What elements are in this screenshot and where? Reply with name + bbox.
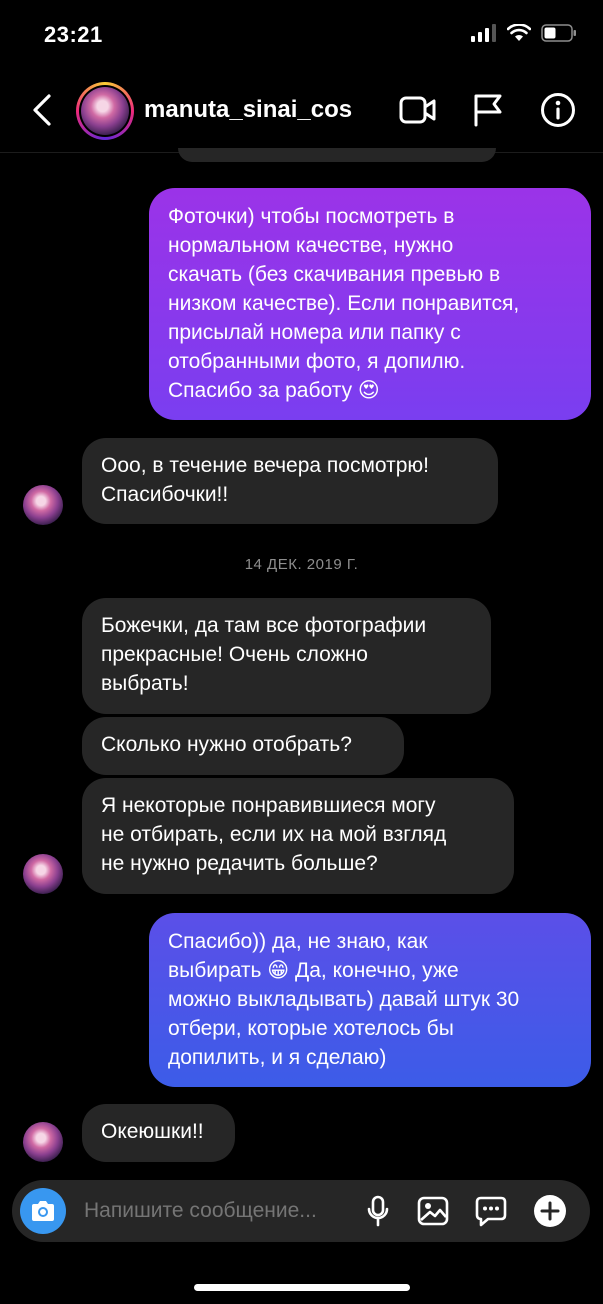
- message-line: Спасибо)) да, не знаю, как: [168, 930, 428, 953]
- profile-avatar[interactable]: [76, 82, 134, 140]
- status-time: 23:21: [44, 22, 103, 47]
- home-indicator: [194, 1284, 410, 1291]
- add-button[interactable]: [533, 1194, 567, 1228]
- message-line: Спасибо за работу 😍: [168, 379, 380, 402]
- message-line: скачать (без скачивания превью в: [168, 263, 501, 286]
- message-composer: [12, 1180, 590, 1242]
- message-line: отбери, которые хотелось бы: [168, 1017, 454, 1040]
- status-icons: [471, 24, 577, 42]
- incoming-message[interactable]: Сколько нужно отобрать?: [82, 717, 404, 775]
- wifi-icon: [507, 24, 531, 41]
- battery-icon: [541, 24, 576, 42]
- outgoing-message[interactable]: Фоточки) чтобы посмотреть в нормальном к…: [149, 188, 591, 420]
- video-camera-icon: [399, 96, 436, 124]
- message-line: Фоточки) чтобы посмотреть в: [168, 205, 455, 228]
- message-line: Божечки, да там все фотографии: [101, 614, 427, 637]
- back-button[interactable]: [22, 88, 62, 132]
- chat-bubble-icon: [475, 1196, 507, 1227]
- voice-message-button[interactable]: [361, 1194, 395, 1228]
- sticker-button[interactable]: [474, 1194, 508, 1228]
- flag-icon: [474, 94, 502, 127]
- message-line: можно выкладывать) давай штук 30: [168, 988, 520, 1011]
- message-line: отобранными фото, я допилю.: [168, 350, 466, 373]
- info-icon: [541, 93, 575, 127]
- incoming-message[interactable]: Океюшки!!: [82, 1104, 235, 1162]
- outgoing-message[interactable]: Спасибо)) да, не знаю, как выбирать 😁 Да…: [149, 913, 591, 1087]
- message-line: Я некоторые понравившиеся могу: [101, 794, 436, 817]
- message-line: низком качестве). Если понравится,: [168, 292, 520, 315]
- microphone-icon: [367, 1195, 389, 1227]
- message-line: прекрасные! Очень сложно: [101, 643, 368, 666]
- video-call-button[interactable]: [398, 90, 438, 130]
- gallery-button[interactable]: [416, 1194, 450, 1228]
- chat-header: manuta_sinai_cos: [0, 70, 603, 153]
- incoming-message[interactable]: Божечки, да там все фотографии прекрасны…: [82, 598, 491, 714]
- chevron-left-icon: [33, 94, 51, 126]
- message-line: не нужно редачить больше?: [101, 852, 378, 875]
- report-button[interactable]: [468, 90, 508, 130]
- incoming-message[interactable]: Ооо, в течение вечера посмотрю! Спасибоч…: [82, 438, 498, 524]
- message-line: нормальном качестве, нужно: [168, 234, 454, 257]
- message-line: допилить, и я сделаю): [168, 1046, 387, 1069]
- incoming-message[interactable]: Я некоторые понравившиеся могу не отбира…: [82, 778, 514, 894]
- sender-avatar[interactable]: [23, 1122, 63, 1162]
- chat-username[interactable]: manuta_sinai_cos: [144, 96, 352, 124]
- message-input[interactable]: [82, 1198, 356, 1224]
- message-line: присылай номера или папку с: [168, 321, 461, 344]
- sender-avatar[interactable]: [23, 854, 63, 894]
- avatar-image: [81, 87, 129, 135]
- info-button[interactable]: [538, 90, 578, 130]
- image-icon: [417, 1196, 449, 1226]
- message-line: Спасибочки!!: [101, 483, 229, 506]
- message-line: Сколько нужно отобрать?: [101, 733, 352, 756]
- sender-avatar[interactable]: [23, 485, 63, 525]
- signal-icon: [471, 24, 496, 42]
- camera-icon: [32, 1201, 54, 1221]
- message-line: Океюшки!!: [101, 1120, 204, 1143]
- plus-circle-icon: [534, 1195, 566, 1227]
- camera-button[interactable]: [20, 1188, 66, 1234]
- status-bar: 23:21: [0, 0, 603, 70]
- message-line: Ооо, в течение вечера посмотрю!: [101, 454, 429, 477]
- date-separator: 14 ДЕК. 2019 Г.: [244, 556, 359, 573]
- previous-message-partial: [178, 148, 496, 162]
- message-line: не отбирать, если их на мой взгляд: [101, 823, 447, 846]
- message-line: выбрать!: [101, 672, 189, 695]
- message-line: выбирать 😁 Да, конечно, уже: [168, 959, 459, 982]
